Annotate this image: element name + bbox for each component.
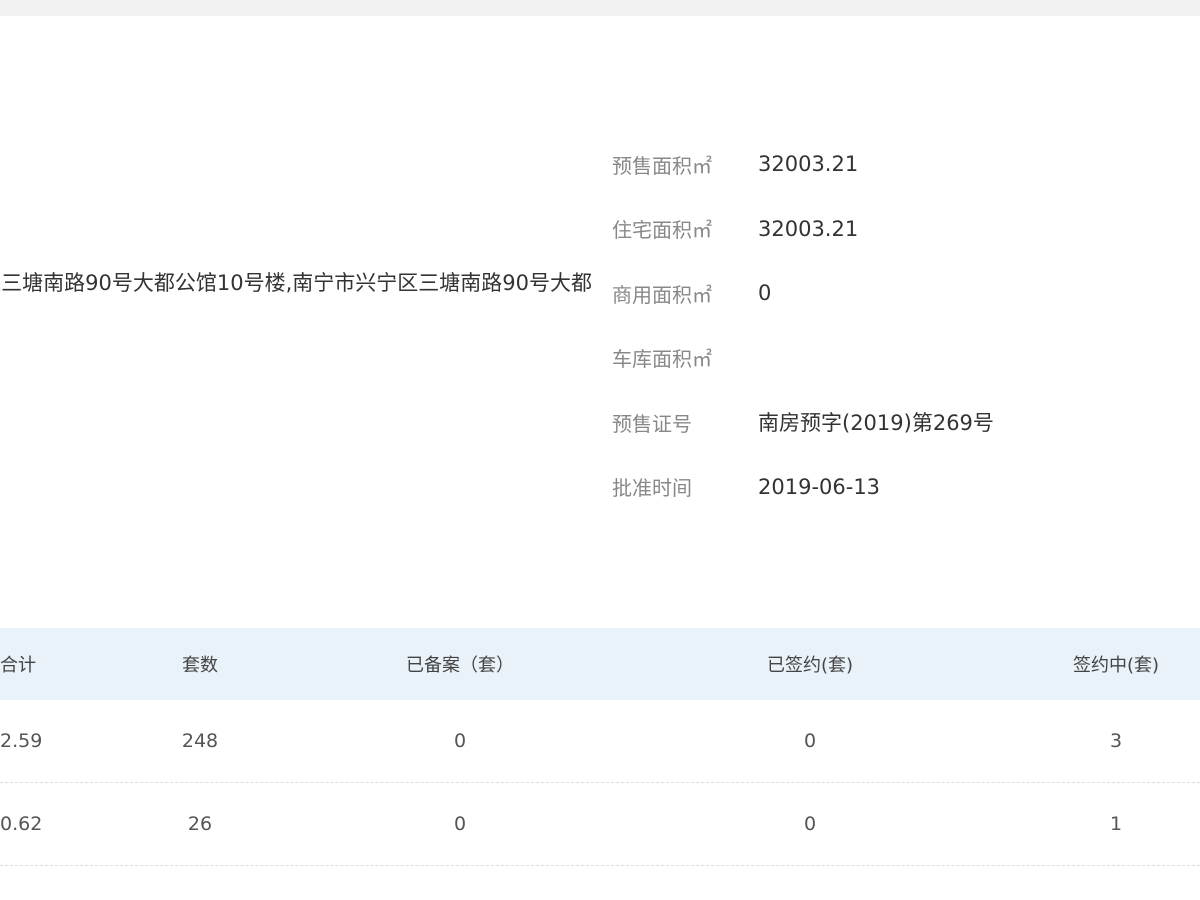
- cell-units: 26: [187, 813, 213, 835]
- header-total: 合计: [0, 655, 36, 676]
- info-row-commercial-area: 商用面积㎡ 0: [612, 261, 1200, 326]
- table-row: 0.62 26 0 0 1: [0, 783, 1200, 866]
- top-bar: [0, 0, 1200, 16]
- commercial-area-label: 商用面积㎡: [612, 282, 712, 307]
- project-address: 南宁市兴宁区三塘南路90号大都公馆10号楼,南宁市兴宁区三塘南路90号大都: [0, 266, 592, 300]
- info-row-garage-area: 车库面积㎡: [612, 326, 1200, 391]
- residential-area-value: 32003.21: [758, 216, 859, 241]
- header-signed: 已签约(套): [766, 655, 854, 676]
- info-row-residential-area: 住宅面积㎡ 32003.21: [612, 197, 1200, 262]
- approval-date-label: 批准时间: [612, 476, 692, 501]
- commercial-area-value: 0: [758, 281, 772, 306]
- page: 南宁市兴宁区三塘南路90号大都公馆10号楼,南宁市兴宁区三塘南路90号大都 预售…: [0, 0, 1200, 900]
- project-address-text: 南宁市兴宁区三塘南路90号大都公馆10号楼,南宁市兴宁区三塘南路90号大都: [0, 271, 592, 295]
- approval-date-value: 2019-06-13: [758, 474, 881, 499]
- cell-units: 248: [181, 730, 219, 752]
- residential-area-label: 住宅面积㎡: [612, 218, 712, 243]
- permit-number-value: 南房预字(2019)第269号: [758, 411, 994, 436]
- table-header: 合计 套数 已备案（套） 已签约(套) 签约中(套): [0, 628, 1200, 700]
- table-row: 2.59 248 0 0 3: [0, 700, 1200, 783]
- cell-signed: 0: [803, 730, 817, 752]
- permit-number-label: 预售证号: [612, 411, 692, 436]
- cell-total: 2.59: [0, 730, 43, 752]
- header-filed: 已备案（套）: [406, 655, 514, 676]
- header-units: 套数: [182, 655, 218, 676]
- cell-signed: 0: [803, 813, 817, 835]
- presale-area-label: 预售面积㎡: [612, 153, 712, 178]
- info-row-presale-area: 预售面积㎡ 32003.21: [612, 132, 1200, 197]
- presale-info-panel: 预售面积㎡ 32003.21 住宅面积㎡ 32003.21 商用面积㎡ 0 车库…: [612, 132, 1200, 519]
- presale-area-value: 32003.21: [758, 152, 859, 177]
- cell-signing: 3: [1109, 730, 1123, 752]
- cell-total: 0.62: [0, 813, 43, 835]
- garage-area-label: 车库面积㎡: [612, 347, 712, 372]
- header-signing: 签约中(套): [1072, 655, 1160, 676]
- info-row-approval-date: 批准时间 2019-06-13: [612, 455, 1200, 520]
- sales-table: 合计 套数 已备案（套） 已签约(套) 签约中(套) 2.59 248 0 0 …: [0, 628, 1200, 866]
- info-row-permit-number: 预售证号 南房预字(2019)第269号: [612, 390, 1200, 455]
- cell-signing: 1: [1109, 813, 1123, 835]
- cell-filed: 0: [453, 730, 467, 752]
- cell-filed: 0: [453, 813, 467, 835]
